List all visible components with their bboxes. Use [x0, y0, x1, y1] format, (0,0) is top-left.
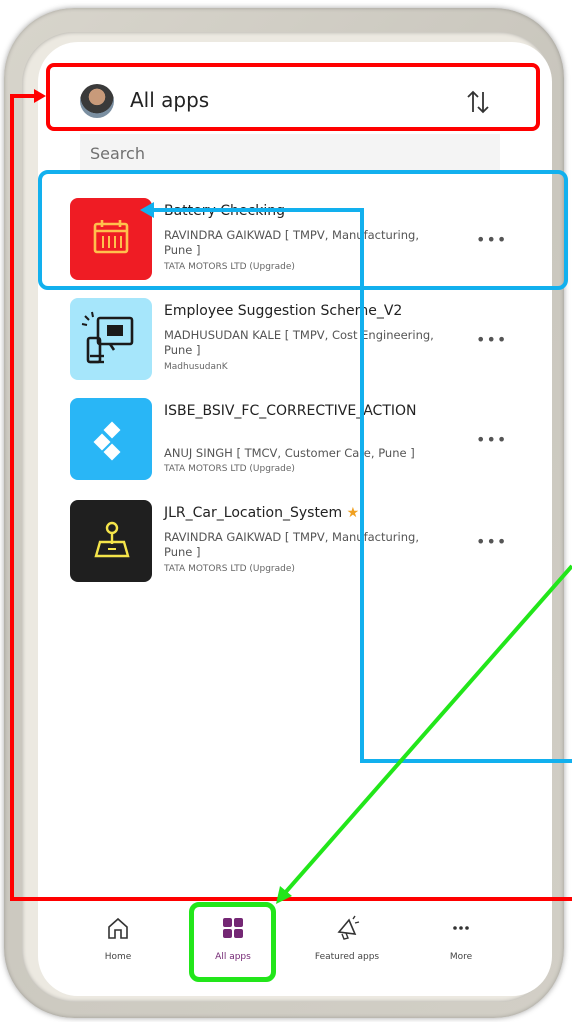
annotation-arrows: [10, 89, 572, 904]
